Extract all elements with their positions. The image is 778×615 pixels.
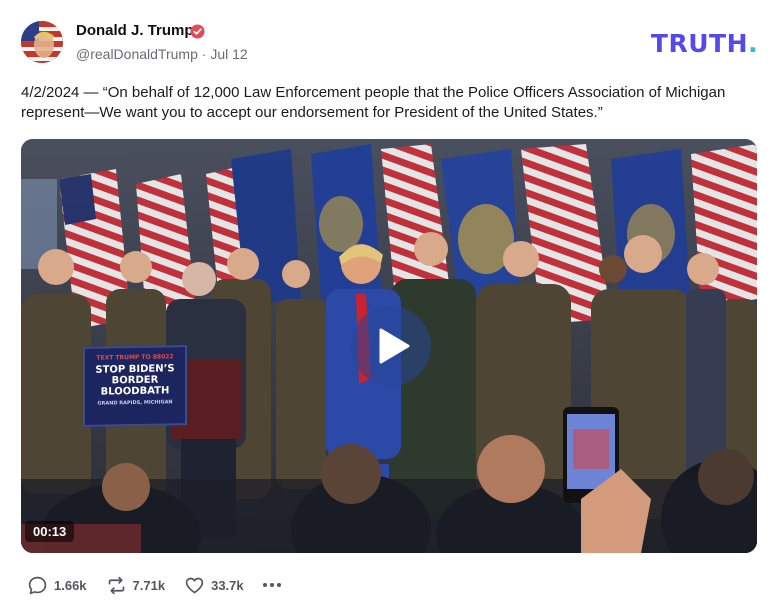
retruth-button[interactable]: 7.71k xyxy=(106,575,166,596)
video-duration: 00:13 xyxy=(25,521,75,542)
avatar[interactable] xyxy=(21,21,63,63)
like-count: 33.7k xyxy=(211,577,244,593)
post-text: 4/2/2024 — “On behalf of 12,000 Law Enfo… xyxy=(21,84,726,121)
sign-main-text: STOP BIDEN’S BORDER BLOODBATH xyxy=(95,363,175,398)
post-meta: @realDonaldTrump · Jul 12 xyxy=(76,46,248,62)
play-icon xyxy=(379,328,410,364)
truth-logo[interactable]: TRUTH. xyxy=(651,29,758,58)
post-date[interactable]: Jul 12 xyxy=(210,46,247,62)
play-button[interactable] xyxy=(351,306,431,386)
reply-button[interactable]: 1.66k xyxy=(27,575,87,596)
truth-post: Donald J. Trump @realDonaldTrump · Jul 1… xyxy=(0,0,778,615)
author-handle[interactable]: @realDonaldTrump xyxy=(76,46,198,62)
truth-logo-text: TRUTH xyxy=(650,29,748,58)
author-name[interactable]: Donald J. Trump xyxy=(76,22,194,39)
reply-icon xyxy=(28,576,47,594)
truth-logo-dot: . xyxy=(748,29,758,58)
sign-sub-text: GRAND RAPIDS, MICHIGAN xyxy=(97,399,173,407)
retruth-icon xyxy=(108,576,124,594)
verified-badge-icon xyxy=(190,24,205,39)
more-options-button[interactable] xyxy=(262,583,284,587)
heart-icon xyxy=(185,577,204,593)
retruth-count: 7.71k xyxy=(132,577,166,593)
podium-sign: TEXT TRUMP TO 88022 STOP BIDEN’S BORDER … xyxy=(83,345,187,427)
sign-top-text: TEXT TRUMP TO 88022 xyxy=(96,353,174,362)
reply-count: 1.66k xyxy=(54,577,87,593)
meta-separator: · xyxy=(201,46,207,62)
like-button[interactable]: 33.7k xyxy=(184,575,244,596)
video-player[interactable]: TEXT TRUMP TO 88022 STOP BIDEN’S BORDER … xyxy=(21,139,757,553)
more-icon xyxy=(262,583,267,587)
post-actions: 1.66k 7.71k 33.7k xyxy=(27,573,284,597)
